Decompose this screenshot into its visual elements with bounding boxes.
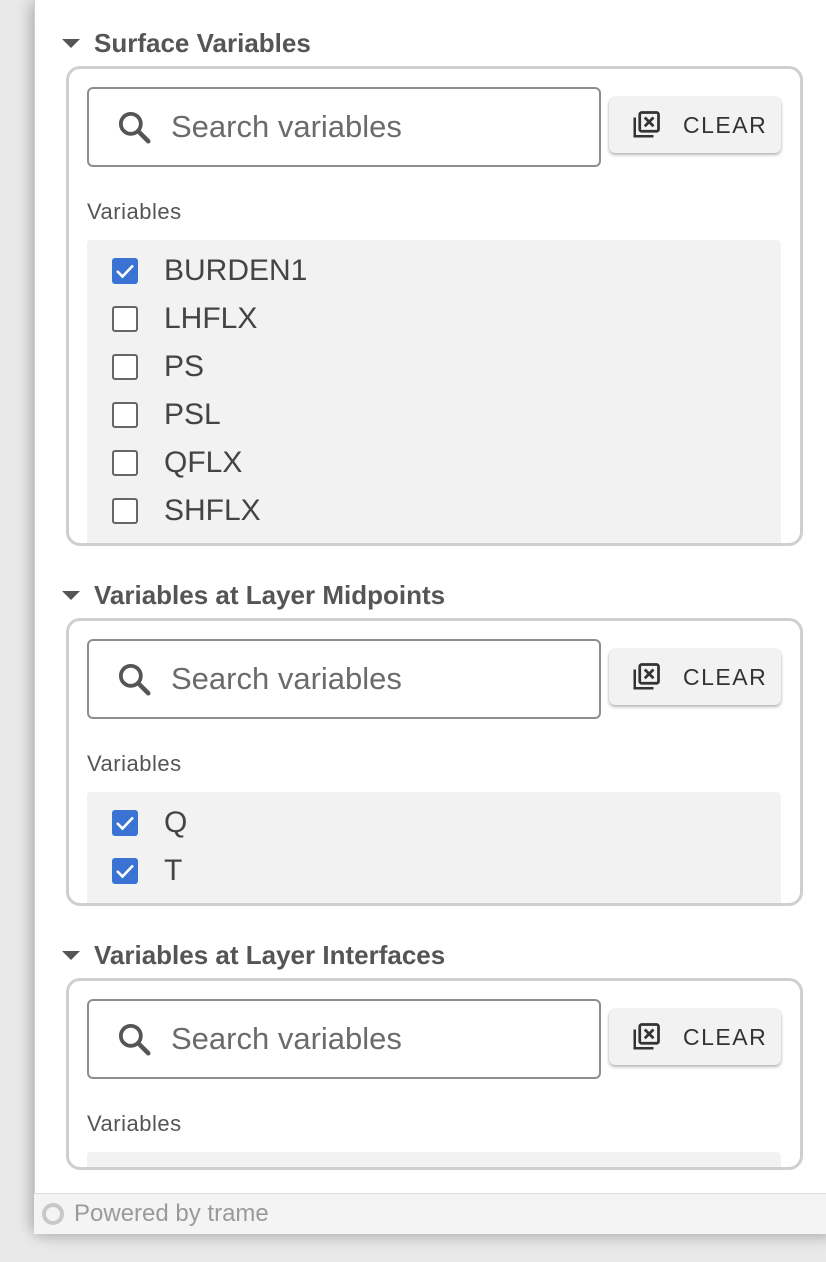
clear-button[interactable]: CLEAR xyxy=(609,649,781,705)
variable-label: PSL xyxy=(164,398,221,431)
list-item[interactable]: PSL xyxy=(87,391,781,439)
caret-down-icon[interactable] xyxy=(62,590,80,600)
search-icon xyxy=(118,663,151,696)
checkbox[interactable] xyxy=(112,306,138,332)
list-item[interactable]: PS xyxy=(87,343,781,391)
clear-button-label: CLEAR xyxy=(683,1023,768,1050)
variable-label: T xyxy=(164,854,183,887)
section-header-surface[interactable]: Surface Variables xyxy=(62,28,311,58)
variable-list xyxy=(87,1152,781,1167)
section-header-midpoints[interactable]: Variables at Layer Midpoints xyxy=(62,580,445,610)
list-item[interactable]: T xyxy=(87,847,781,895)
checkbox-checked[interactable] xyxy=(112,858,138,884)
caret-down-icon[interactable] xyxy=(62,38,80,48)
clear-filter-icon xyxy=(633,663,660,690)
search-field[interactable] xyxy=(87,639,601,719)
section-card-midpoints: CLEAR Variables Q T xyxy=(66,618,803,906)
list-item[interactable]: BURDEN1 xyxy=(87,247,781,295)
checkbox-checked[interactable] xyxy=(112,810,138,836)
variable-label: SHFLX xyxy=(164,494,261,527)
list-item[interactable]: QFLX xyxy=(87,439,781,487)
list-item[interactable]: LHFLX xyxy=(87,295,781,343)
list-item[interactable]: SHFLX xyxy=(87,487,781,535)
trame-logo xyxy=(42,1203,64,1225)
section-card-interfaces: CLEAR Variables xyxy=(66,978,803,1170)
checkbox[interactable] xyxy=(112,498,138,524)
caret-down-icon[interactable] xyxy=(62,950,80,960)
section-card-surface: CLEAR Variables BURDEN1 LHFLX PS PSL QFL… xyxy=(66,66,803,546)
variable-label: BURDEN1 xyxy=(164,254,308,287)
check-icon xyxy=(116,864,134,879)
footer: Powered by trame xyxy=(34,1193,826,1234)
search-input[interactable] xyxy=(169,1020,573,1058)
clear-filter-icon xyxy=(633,111,660,138)
checkbox[interactable] xyxy=(112,450,138,476)
check-icon xyxy=(116,264,134,279)
section-title: Variables at Layer Midpoints xyxy=(94,579,446,610)
variable-list: Q T xyxy=(87,792,781,903)
search-icon xyxy=(118,1023,151,1056)
search-field[interactable] xyxy=(87,87,601,167)
checkbox-checked[interactable] xyxy=(112,258,138,284)
checkbox[interactable] xyxy=(112,354,138,380)
checkbox[interactable] xyxy=(112,402,138,428)
variables-label: Variables xyxy=(87,199,182,224)
search-icon xyxy=(118,111,151,144)
check-icon xyxy=(116,816,134,831)
clear-button-label: CLEAR xyxy=(683,663,768,690)
clear-button[interactable]: CLEAR xyxy=(609,1009,781,1065)
clear-button-label: CLEAR xyxy=(683,111,768,138)
section-title: Variables at Layer Interfaces xyxy=(94,939,446,970)
search-input[interactable] xyxy=(169,108,573,146)
variable-label: QFLX xyxy=(164,446,243,479)
variable-list: BURDEN1 LHFLX PS PSL QFLX SHFLX xyxy=(87,240,781,543)
variable-label: PS xyxy=(164,350,205,383)
section-header-interfaces[interactable]: Variables at Layer Interfaces xyxy=(62,940,445,970)
list-item[interactable]: Q xyxy=(87,799,781,847)
variables-label: Variables xyxy=(87,751,182,776)
search-input[interactable] xyxy=(169,660,573,698)
clear-filter-icon xyxy=(633,1023,660,1050)
powered-by-text: Powered by trame xyxy=(74,1200,269,1227)
variable-label: LHFLX xyxy=(164,302,258,335)
variable-label: Q xyxy=(164,806,188,839)
clear-button[interactable]: CLEAR xyxy=(609,97,781,153)
search-field[interactable] xyxy=(87,999,601,1079)
variables-label: Variables xyxy=(87,1111,182,1136)
section-title: Surface Variables xyxy=(94,27,311,58)
